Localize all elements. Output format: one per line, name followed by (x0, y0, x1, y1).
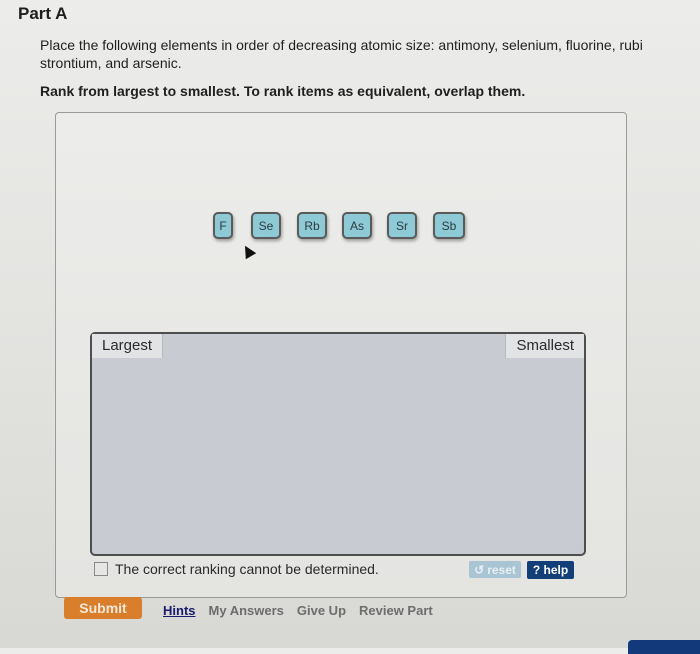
cannot-determine-option[interactable]: The correct ranking cannot be determined… (94, 561, 379, 577)
review-part-link[interactable]: Review Part (359, 603, 433, 618)
tile-arsenic[interactable]: As (342, 212, 372, 239)
reset-label: reset (487, 562, 516, 577)
give-up-link[interactable]: Give Up (297, 603, 346, 618)
submit-button[interactable]: Submit (64, 597, 142, 619)
tile-selenium[interactable]: Se (251, 212, 281, 239)
ranking-drop-area[interactable]: Largest Smallest (90, 332, 586, 556)
question-text: Place the following elements in order of… (40, 36, 700, 72)
cannot-determine-label: The correct ranking cannot be determined… (115, 561, 379, 577)
largest-label: Largest (92, 334, 164, 358)
question-line-1: Place the following elements in order of… (40, 37, 643, 53)
ranking-instruction: Rank from largest to smallest. To rank i… (40, 83, 526, 99)
my-answers-link[interactable]: My Answers (209, 603, 284, 618)
tile-fluorine[interactable]: F (213, 212, 233, 239)
cannot-determine-checkbox[interactable] (94, 562, 108, 576)
reset-button[interactable]: ↺ reset (469, 561, 521, 578)
tile-antimony[interactable]: Sb (433, 212, 465, 239)
next-button-partial[interactable] (628, 640, 700, 654)
action-links: Hints My Answers Give Up Review Part (163, 603, 433, 618)
part-title: Part A (18, 4, 68, 23)
hints-link[interactable]: Hints (163, 603, 196, 618)
tile-rubidium[interactable]: Rb (297, 212, 327, 239)
help-button[interactable]: ? help (527, 561, 574, 579)
tile-strontium[interactable]: Sr (387, 212, 417, 239)
reset-icon: ↺ (474, 562, 485, 577)
smallest-label: Smallest (505, 334, 584, 358)
question-line-2: strontium, and arsenic. (40, 55, 182, 71)
